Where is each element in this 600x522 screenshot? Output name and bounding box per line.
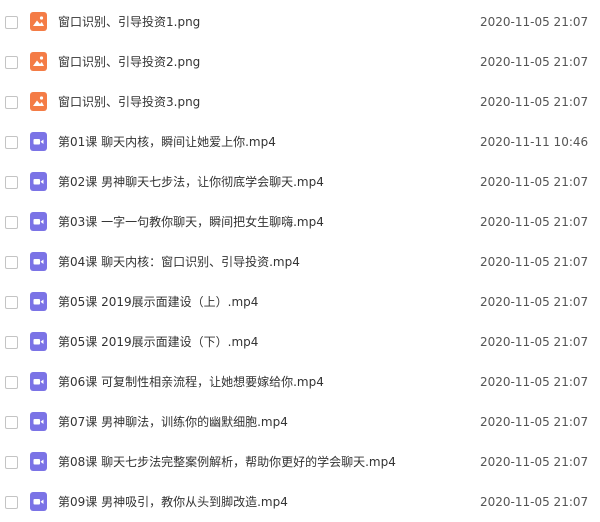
video-file-icon (30, 412, 47, 431)
file-checkbox[interactable] (5, 216, 18, 229)
file-modified-date: 2020-11-05 21:07 (480, 175, 589, 189)
file-checkbox[interactable] (5, 336, 18, 349)
file-name[interactable]: 第06课 可复制性相亲流程，让她想要嫁给你.mp4 (58, 374, 324, 390)
file-modified-date: 2020-11-05 21:07 (480, 335, 589, 349)
file-name[interactable]: 第01课 聊天内核，瞬间让她爱上你.mp4 (58, 134, 276, 150)
file-modified-date: 2020-11-05 21:07 (480, 15, 589, 29)
file-modified-date: 2020-11-05 21:07 (480, 375, 589, 389)
file-modified-date: 2020-11-05 21:07 (480, 495, 589, 509)
file-checkbox[interactable] (5, 16, 18, 29)
image-file-icon (30, 52, 47, 71)
file-name[interactable]: 第05课 2019展示面建设（上）.mp4 (58, 294, 258, 310)
video-file-icon (30, 292, 47, 311)
image-file-icon (30, 12, 47, 31)
file-name[interactable]: 第03课 一字一句教你聊天，瞬间把女生聊嗨.mp4 (58, 214, 324, 230)
file-row[interactable]: 第07课 男神聊法，训练你的幽默细胞.mp4 2020-11-05 21:07 (0, 402, 600, 442)
video-file-icon (30, 172, 47, 191)
file-row[interactable]: 第03课 一字一句教你聊天，瞬间把女生聊嗨.mp4 2020-11-05 21:… (0, 202, 600, 242)
video-file-icon (30, 332, 47, 351)
file-row[interactable]: 窗口识别、引导投资1.png 2020-11-05 21:07 (0, 2, 600, 42)
file-modified-date: 2020-11-11 10:46 (480, 135, 589, 149)
file-checkbox[interactable] (5, 416, 18, 429)
file-modified-date: 2020-11-05 21:07 (480, 455, 589, 469)
file-modified-date: 2020-11-05 21:07 (480, 215, 589, 229)
file-row[interactable]: 窗口识别、引导投资2.png 2020-11-05 21:07 (0, 42, 600, 82)
file-row[interactable]: 第06课 可复制性相亲流程，让她想要嫁给你.mp4 2020-11-05 21:… (0, 362, 600, 402)
image-file-icon (30, 92, 47, 111)
file-checkbox[interactable] (5, 56, 18, 69)
file-name[interactable]: 第04课 聊天内核：窗口识别、引导投资.mp4 (58, 254, 300, 270)
file-modified-date: 2020-11-05 21:07 (480, 95, 589, 109)
file-row[interactable]: 第08课 聊天七步法完整案例解析，帮助你更好的学会聊天.mp4 2020-11-… (0, 442, 600, 482)
file-list: 窗口识别、引导投资1.png 2020-11-05 21:07 窗口识别、引导投… (0, 0, 600, 520)
file-row[interactable]: 第02课 男神聊天七步法，让你彻底学会聊天.mp4 2020-11-05 21:… (0, 162, 600, 202)
file-modified-date: 2020-11-05 21:07 (480, 415, 589, 429)
video-file-icon (30, 372, 47, 391)
file-modified-date: 2020-11-05 21:07 (480, 295, 589, 309)
video-file-icon (30, 252, 47, 271)
file-name[interactable]: 第05课 2019展示面建设（下）.mp4 (58, 334, 258, 350)
file-checkbox[interactable] (5, 136, 18, 149)
file-name[interactable]: 第07课 男神聊法，训练你的幽默细胞.mp4 (58, 414, 288, 430)
file-name[interactable]: 第09课 男神吸引，教你从头到脚改造.mp4 (58, 494, 288, 510)
file-row[interactable]: 第05课 2019展示面建设（下）.mp4 2020-11-05 21:07 (0, 322, 600, 362)
file-checkbox[interactable] (5, 296, 18, 309)
file-row[interactable]: 窗口识别、引导投资3.png 2020-11-05 21:07 (0, 82, 600, 122)
video-file-icon (30, 452, 47, 471)
file-checkbox[interactable] (5, 456, 18, 469)
file-modified-date: 2020-11-05 21:07 (480, 255, 589, 269)
file-checkbox[interactable] (5, 176, 18, 189)
video-file-icon (30, 492, 47, 511)
video-file-icon (30, 132, 47, 151)
file-name[interactable]: 第02课 男神聊天七步法，让你彻底学会聊天.mp4 (58, 174, 324, 190)
file-checkbox[interactable] (5, 256, 18, 269)
file-row[interactable]: 第04课 聊天内核：窗口识别、引导投资.mp4 2020-11-05 21:07 (0, 242, 600, 282)
file-name[interactable]: 窗口识别、引导投资1.png (58, 14, 200, 30)
file-modified-date: 2020-11-05 21:07 (480, 55, 589, 69)
file-name[interactable]: 窗口识别、引导投资3.png (58, 94, 200, 110)
file-checkbox[interactable] (5, 496, 18, 509)
file-row[interactable]: 第09课 男神吸引，教你从头到脚改造.mp4 2020-11-05 21:07 (0, 482, 600, 522)
file-row[interactable]: 第01课 聊天内核，瞬间让她爱上你.mp4 2020-11-11 10:46 (0, 122, 600, 162)
file-row[interactable]: 第05课 2019展示面建设（上）.mp4 2020-11-05 21:07 (0, 282, 600, 322)
file-name[interactable]: 窗口识别、引导投资2.png (58, 54, 200, 70)
video-file-icon (30, 212, 47, 231)
file-name[interactable]: 第08课 聊天七步法完整案例解析，帮助你更好的学会聊天.mp4 (58, 454, 396, 470)
file-checkbox[interactable] (5, 96, 18, 109)
file-checkbox[interactable] (5, 376, 18, 389)
